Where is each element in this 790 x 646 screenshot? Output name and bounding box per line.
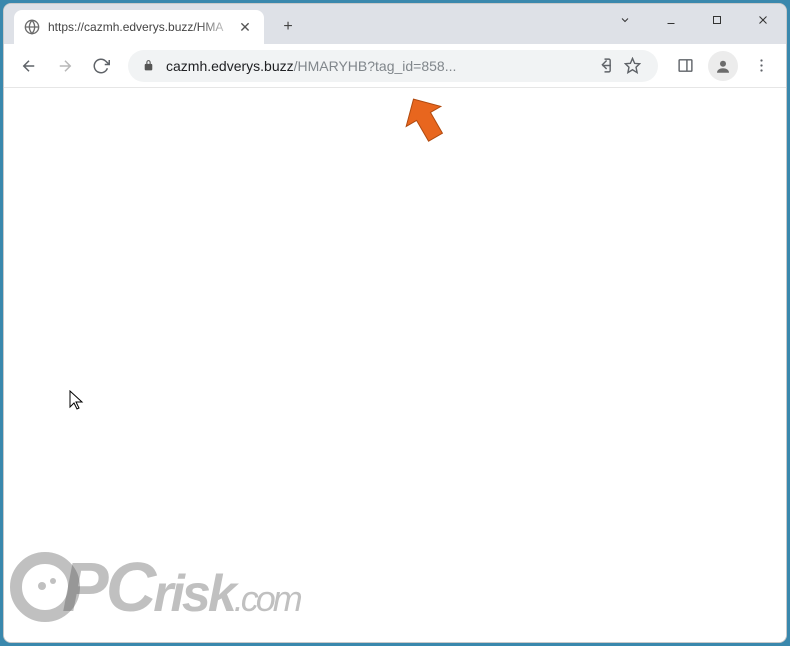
chevron-down-icon[interactable]	[602, 4, 648, 36]
watermark-text: PCrisk.com	[62, 547, 300, 627]
side-panel-icon[interactable]	[668, 49, 702, 83]
window-controls	[602, 4, 786, 40]
globe-icon	[24, 19, 40, 35]
maximize-button[interactable]	[694, 4, 740, 36]
page-content: PCrisk.com	[4, 88, 786, 642]
browser-window: https://cazmh.edverys.buzz/HMA ✕ +	[3, 3, 787, 643]
url-path: /HMARYHB?tag_id=858...	[294, 58, 457, 74]
lock-icon[interactable]	[140, 58, 156, 74]
mouse-cursor-icon	[69, 390, 85, 415]
close-tab-icon[interactable]: ✕	[236, 18, 254, 36]
bookmark-star-icon[interactable]	[618, 52, 646, 80]
profile-avatar-icon[interactable]	[708, 51, 738, 81]
url-text: cazmh.edverys.buzz/HMARYHB?tag_id=858...	[166, 58, 590, 74]
watermark-logo: PCrisk.com	[10, 547, 300, 627]
back-button[interactable]	[12, 49, 46, 83]
reload-button[interactable]	[84, 49, 118, 83]
menu-dots-icon[interactable]	[744, 49, 778, 83]
new-tab-button[interactable]: +	[274, 13, 302, 41]
forward-button[interactable]	[48, 49, 82, 83]
url-domain: cazmh.edverys.buzz	[166, 58, 294, 74]
share-icon[interactable]	[590, 52, 618, 80]
address-bar[interactable]: cazmh.edverys.buzz/HMARYHB?tag_id=858...	[128, 50, 658, 82]
minimize-button[interactable]	[648, 4, 694, 36]
close-window-button[interactable]	[740, 4, 786, 36]
tab-title: https://cazmh.edverys.buzz/HMA	[48, 20, 236, 34]
title-bar: https://cazmh.edverys.buzz/HMA ✕ +	[4, 4, 786, 44]
browser-tab[interactable]: https://cazmh.edverys.buzz/HMA ✕	[14, 10, 264, 44]
toolbar: cazmh.edverys.buzz/HMARYHB?tag_id=858...	[4, 44, 786, 88]
